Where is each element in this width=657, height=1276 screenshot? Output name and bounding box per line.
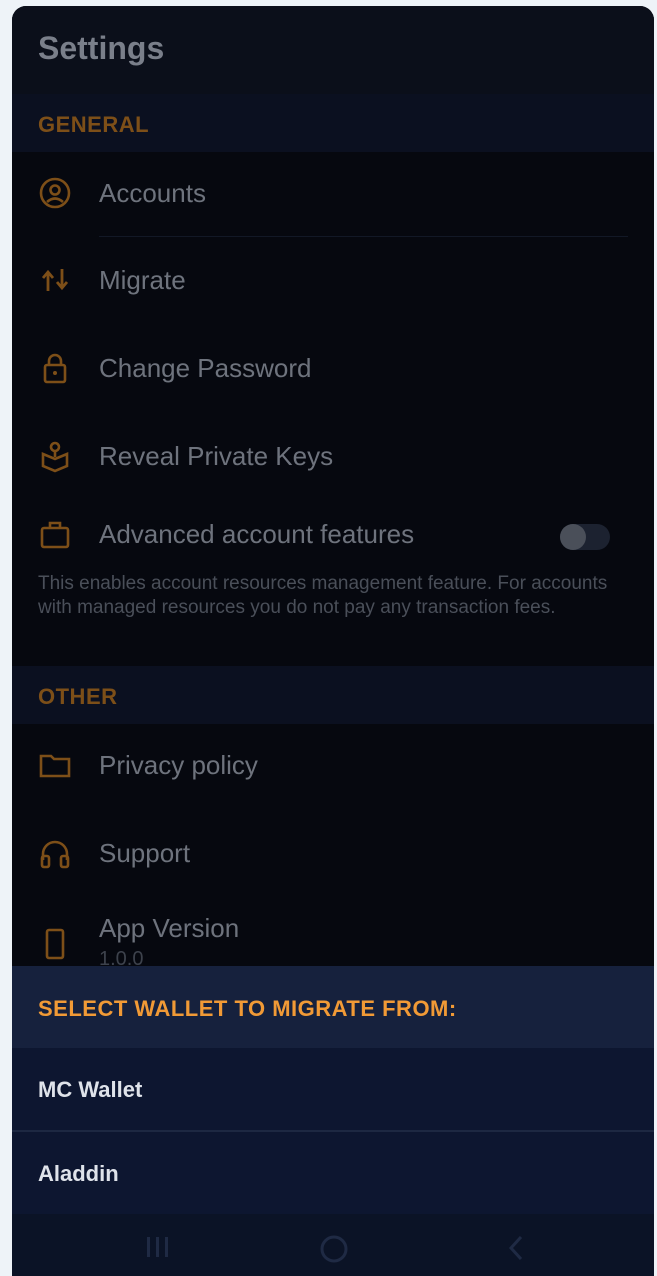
settings-item-label: Accounts (99, 178, 206, 208)
divider (99, 236, 628, 237)
system-nav-bar (12, 1218, 654, 1276)
headphones-icon (40, 840, 70, 869)
wallet-option-mc-wallet[interactable]: MC Wallet (12, 1048, 654, 1130)
section-label-general: GENERAL (38, 112, 150, 137)
settings-item-advanced-features: Advanced account features (12, 493, 654, 579)
lock-icon (43, 353, 67, 384)
settings-item-migrate[interactable]: Migrate (12, 239, 654, 325)
key-box-icon (41, 441, 69, 473)
home-circle-icon[interactable] (319, 1234, 349, 1264)
wallet-option-label: Aladdin (38, 1161, 119, 1186)
sheet-header: SELECT WALLET TO MIGRATE FROM: (12, 966, 654, 1048)
folder-icon (39, 754, 71, 778)
settings-item-label: Advanced account features (99, 519, 415, 549)
advanced-features-description: This enables account resources managemen… (38, 573, 608, 618)
settings-item-change-password[interactable]: Change Password (12, 327, 654, 413)
section-header-general: GENERAL (12, 94, 654, 152)
user-circle-icon (39, 177, 71, 209)
sheet-title: SELECT WALLET TO MIGRATE FROM: (38, 996, 457, 1021)
section-header-other: OTHER (12, 666, 654, 724)
back-chevron-icon[interactable] (506, 1234, 526, 1262)
top-app-bar: Settings (12, 6, 654, 94)
app-screen: Settings GENERAL Accounts Migrate Change… (12, 6, 654, 1276)
settings-item-reveal-private-keys[interactable]: Reveal Private Keys (12, 415, 654, 501)
settings-item-label: App Version (99, 913, 240, 943)
phone-icon (45, 928, 65, 960)
settings-item-support[interactable]: Support (12, 812, 654, 898)
settings-item-label: Privacy policy (99, 750, 258, 780)
advanced-features-toggle[interactable] (560, 524, 610, 550)
migrate-arrows-icon (41, 269, 69, 291)
settings-item-label: Migrate (99, 265, 186, 295)
wallet-option-label: MC Wallet (38, 1077, 143, 1102)
settings-item-label: Support (99, 838, 191, 868)
settings-item-accounts[interactable]: Accounts (12, 152, 654, 238)
settings-item-privacy-policy[interactable]: Privacy policy (12, 724, 654, 810)
wallet-option-aladdin[interactable]: Aladdin (12, 1132, 654, 1214)
briefcase-icon (40, 521, 70, 549)
recent-apps-icon[interactable] (144, 1234, 172, 1260)
settings-item-label: Reveal Private Keys (99, 441, 334, 471)
toggle-knob (560, 524, 586, 550)
settings-item-label: Change Password (99, 353, 312, 383)
page-title: Settings (38, 30, 165, 66)
section-label-other: OTHER (38, 684, 118, 709)
